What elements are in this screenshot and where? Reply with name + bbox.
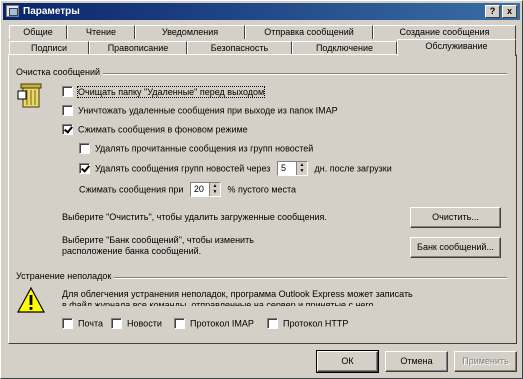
- empty-deleted-label: Очищать папку "Удаленные" перед выходом: [76, 85, 266, 98]
- cleanup-group-title: Очистка сообщений: [16, 67, 104, 77]
- clean-up-button[interactable]: Очистить...: [410, 207, 501, 228]
- delete-read-news-option[interactable]: Удалять прочитанные сообщения из групп н…: [79, 142, 314, 155]
- delete-read-news-label: Удалять прочитанные сообщения из групп н…: [95, 143, 314, 154]
- tab-security[interactable]: Безопасность: [187, 41, 292, 55]
- empty-deleted-option[interactable]: Очищать папку "Удаленные" перед выходом: [62, 85, 266, 98]
- help-button[interactable]: ?: [485, 5, 500, 18]
- log-news-checkbox[interactable]: [111, 318, 122, 330]
- tab-spelling[interactable]: Правописание: [89, 41, 187, 55]
- tab-read[interactable]: Чтение: [67, 25, 135, 39]
- tab-signatures[interactable]: Подписи: [9, 41, 89, 55]
- log-imap-label: Протокол IMAP: [190, 318, 254, 329]
- compact-bg-checkbox[interactable]: [62, 124, 73, 136]
- troubleshoot-group-title: Устранение неполадок: [16, 271, 115, 281]
- purge-imap-label: Уничтожать удаленные сообщения при выход…: [78, 105, 338, 116]
- days-value: 5: [280, 163, 286, 173]
- empty-deleted-checkbox[interactable]: [62, 86, 73, 98]
- store-description-2: расположение банка сообщений.: [62, 246, 202, 256]
- log-mail-label: Почта: [78, 318, 103, 329]
- title-bar[interactable]: Параметры ? x: [3, 3, 520, 20]
- clean-description: Выберите "Очистить", чтобы удалить загру…: [62, 212, 327, 222]
- tab-receipts[interactable]: Уведомления: [135, 25, 245, 39]
- days-suffix: дн. после загрузки: [314, 163, 392, 174]
- store-description-1: Выберите "Банк сообщений", чтобы изменит…: [62, 235, 254, 245]
- options-dialog: Параметры ? x Общие Чтение Уведомления О…: [0, 0, 523, 379]
- ok-button[interactable]: ОК: [316, 350, 379, 373]
- delete-news-after-option[interactable]: Удалять сообщения групп новостей через 5…: [79, 161, 392, 176]
- purge-imap-checkbox[interactable]: [62, 105, 73, 117]
- log-news-option[interactable]: Новости: [111, 317, 162, 330]
- log-news-label: Новости: [127, 318, 162, 329]
- compact-when-option: Сжимать сообщения при 20 ▲ ▼ % пустого мес…: [79, 182, 297, 197]
- tab-send[interactable]: Отправка сообщений: [245, 25, 373, 39]
- tab-compose[interactable]: Создание сообщения: [373, 25, 516, 39]
- troubleshoot-text-2: в файл журнала все команды, отправленные…: [62, 300, 377, 306]
- days-stepper[interactable]: 5 ▲ ▼: [276, 161, 308, 176]
- log-http-checkbox[interactable]: [267, 318, 278, 330]
- purge-imap-option[interactable]: Уничтожать удаленные сообщения при выход…: [62, 104, 338, 117]
- percent-value: 20: [193, 184, 204, 194]
- delete-read-news-checkbox[interactable]: [79, 143, 90, 155]
- close-button[interactable]: x: [502, 5, 517, 18]
- troubleshoot-text-1: Для облегчения устранения неполадок, про…: [62, 289, 413, 299]
- log-imap-option[interactable]: Протокол IMAP: [174, 317, 254, 330]
- tab-maintenance[interactable]: Обслуживание: [397, 39, 516, 56]
- delete-news-after-checkbox[interactable]: [79, 163, 90, 174]
- log-http-option[interactable]: Протокол HTTP: [267, 317, 349, 330]
- percent-suffix: % пустого места: [227, 184, 297, 195]
- warning-icon: [17, 286, 45, 313]
- delete-news-after-label: Удалять сообщения групп новостей через: [95, 163, 271, 174]
- recycle-bin-icon: [17, 83, 42, 108]
- window-title: Параметры: [23, 6, 80, 17]
- log-http-label: Протокол HTTP: [283, 318, 349, 329]
- percent-down-icon[interactable]: ▼: [210, 189, 220, 195]
- log-mail-option[interactable]: Почта: [62, 317, 103, 330]
- options-app-icon: [6, 5, 19, 17]
- log-mail-checkbox[interactable]: [62, 318, 73, 330]
- apply-button[interactable]: Применить: [454, 351, 517, 372]
- compact-bg-option[interactable]: Сжимать сообщения в фоновом режиме: [62, 123, 248, 136]
- percent-stepper[interactable]: 20 ▲ ▼: [189, 182, 221, 197]
- cancel-button[interactable]: Отмена: [385, 351, 448, 372]
- days-down-icon[interactable]: ▼: [297, 168, 307, 174]
- tab-connection[interactable]: Подключение: [292, 41, 397, 55]
- compact-when-label: Сжимать сообщения при: [79, 184, 184, 195]
- compact-bg-label: Сжимать сообщения в фоновом режиме: [78, 124, 248, 135]
- tab-general[interactable]: Общие: [9, 25, 67, 39]
- log-imap-checkbox[interactable]: [174, 318, 185, 330]
- store-folder-button[interactable]: Банк сообщений...: [410, 237, 501, 258]
